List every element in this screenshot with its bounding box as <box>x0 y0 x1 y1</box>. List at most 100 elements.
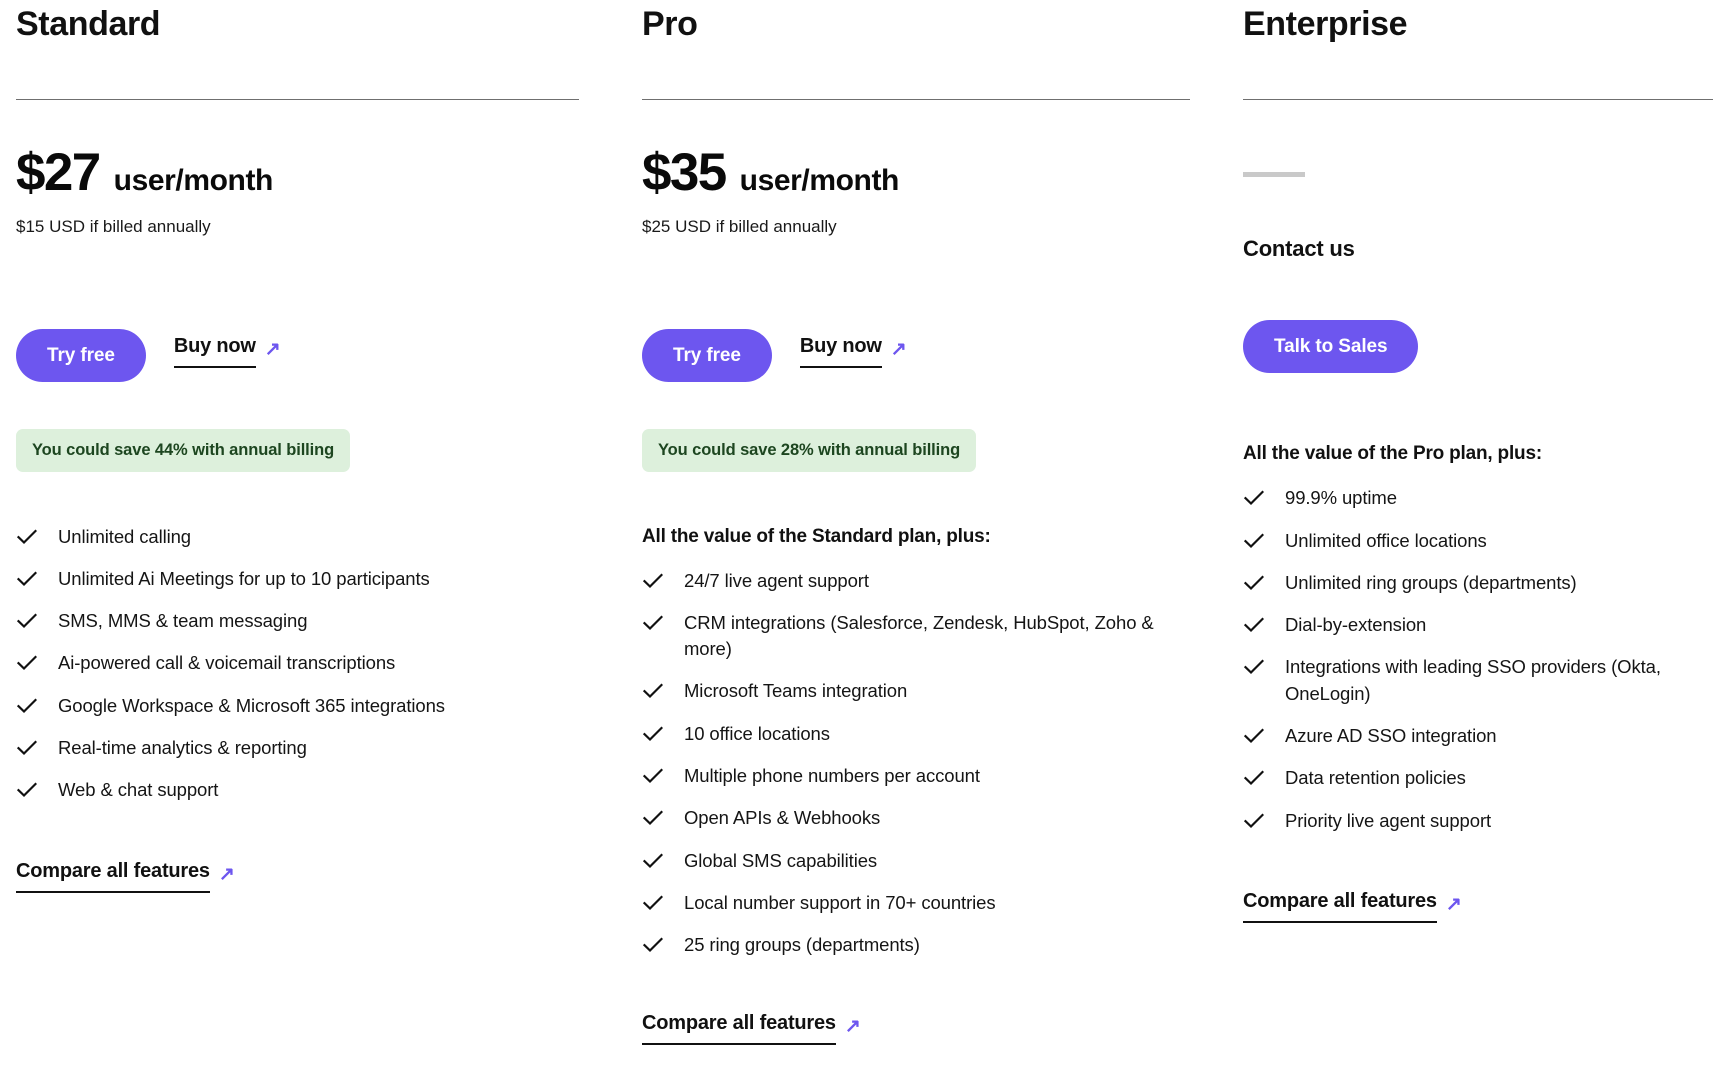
cta-row-standard: Try free Buy now ↗ <box>16 329 579 383</box>
feature-text: Microsoft Teams integration <box>684 680 908 702</box>
feature-text: Integrations with leading SSO providers … <box>1285 656 1661 704</box>
feature-item: Web & chat support <box>16 777 579 803</box>
check-icon <box>1243 528 1265 554</box>
feature-text: Unlimited Ai Meetings for up to 10 parti… <box>58 567 430 589</box>
plan-title-pro: Pro <box>642 5 698 43</box>
price-block-standard: $27 user/month <box>16 146 579 202</box>
feature-list-standard: Unlimited calling Unlimited Ai Meetings … <box>16 524 579 820</box>
check-icon <box>16 735 38 761</box>
feature-list-pro: 24/7 live agent support CRM integrations… <box>642 568 1190 975</box>
price-block-pro: $35 user/month <box>642 146 1190 202</box>
feature-item: Unlimited calling <box>16 524 579 550</box>
feature-item: Dial-by-extension <box>1243 612 1713 638</box>
feature-item: Global SMS capabilities <box>642 848 1190 874</box>
plan-divider-standard <box>16 99 579 101</box>
feature-text: Azure AD SSO integration <box>1285 724 1497 746</box>
plan-divider-pro <box>642 99 1190 101</box>
price-annual-note-pro: $25 USD if billed annually <box>642 217 837 237</box>
buy-now-link-pro[interactable]: Buy now ↗ <box>799 335 907 377</box>
feature-item: Local number support in 70+ countries <box>642 890 1190 916</box>
compare-link-wrap-pro: Compare all features ↗ <box>642 1012 1190 1054</box>
feature-text: Open APIs & Webhooks <box>684 807 881 829</box>
feature-text: 99.9% uptime <box>1285 487 1397 509</box>
arrow-northeast-icon: ↗ <box>844 1016 861 1038</box>
check-icon <box>16 650 38 676</box>
feature-item: Unlimited office locations <box>1243 528 1713 554</box>
compare-link-wrap-standard: Compare all features ↗ <box>16 860 579 902</box>
price-amount-pro: $35 <box>642 143 727 203</box>
compare-all-features-link-standard[interactable]: Compare all features ↗ <box>16 860 235 902</box>
check-icon <box>642 610 664 636</box>
cta-row-enterprise: Talk to Sales <box>1243 320 1713 374</box>
features-heading-enterprise: All the value of the Pro plan, plus: <box>1243 443 1542 465</box>
buy-now-link-standard[interactable]: Buy now ↗ <box>173 335 281 377</box>
contact-us-heading: Contact us <box>1243 236 1355 262</box>
price-amount-standard: $27 <box>16 143 101 203</box>
price-unit-standard: user/month <box>113 164 274 198</box>
try-free-button-standard[interactable]: Try free <box>16 329 146 383</box>
check-icon <box>642 763 664 789</box>
check-icon <box>16 608 38 634</box>
feature-item: Unlimited ring groups (departments) <box>1243 570 1713 596</box>
column-gutter <box>579 0 642 1080</box>
compare-all-features-link-pro[interactable]: Compare all features ↗ <box>642 1012 861 1054</box>
check-icon <box>1243 654 1265 680</box>
feature-text: Unlimited office locations <box>1285 529 1487 551</box>
plan-title-standard: Standard <box>16 5 161 43</box>
feature-text: Unlimited calling <box>58 525 191 547</box>
feature-text: Data retention policies <box>1285 767 1466 789</box>
compare-all-features-link-enterprise[interactable]: Compare all features ↗ <box>1243 890 1462 932</box>
feature-text: Real-time analytics & reporting <box>58 737 307 759</box>
plan-title-enterprise: Enterprise <box>1243 5 1408 43</box>
check-icon <box>16 777 38 803</box>
savings-badge-standard: You could save 44% with annual billing <box>16 429 351 472</box>
feature-item: 99.9% uptime <box>1243 485 1713 511</box>
pricing-plans-grid: Standard $27 user/month $15 USD if bille… <box>0 0 1713 1080</box>
check-icon <box>642 848 664 874</box>
feature-text: Priority live agent support <box>1285 809 1492 831</box>
check-icon <box>1243 570 1265 596</box>
price-unit-pro: user/month <box>739 164 900 198</box>
feature-text: Unlimited ring groups (departments) <box>1285 571 1577 593</box>
feature-item: Multiple phone numbers per account <box>642 763 1190 789</box>
feature-item: Real-time analytics & reporting <box>16 735 579 761</box>
check-icon <box>642 932 664 958</box>
buy-now-label-pro: Buy now <box>799 335 882 368</box>
feature-item: 10 office locations <box>642 721 1190 747</box>
feature-text: 24/7 live agent support <box>684 569 869 591</box>
price-placeholder-enterprise <box>1243 146 1713 202</box>
feature-text: CRM integrations (Salesforce, Zendesk, H… <box>684 611 1154 660</box>
check-icon <box>642 721 664 747</box>
feature-list-enterprise: 99.9% uptime Unlimited office locations … <box>1243 485 1713 849</box>
feature-item: Microsoft Teams integration <box>642 678 1190 704</box>
check-icon <box>1243 723 1265 749</box>
feature-item: Priority live agent support <box>1243 808 1713 834</box>
check-icon <box>642 678 664 704</box>
feature-item: Google Workspace & Microsoft 365 integra… <box>16 693 579 719</box>
price-dash-placeholder <box>1243 171 1305 177</box>
feature-text: 25 ring groups (departments) <box>684 934 920 956</box>
plan-card-pro: Pro $35 user/month $25 USD if billed ann… <box>642 0 1190 1080</box>
compare-all-features-label: Compare all features <box>1243 890 1437 923</box>
compare-link-wrap-enterprise: Compare all features ↗ <box>1243 890 1713 932</box>
feature-text: Web & chat support <box>58 779 219 801</box>
feature-item: Azure AD SSO integration <box>1243 723 1713 749</box>
feature-item: Data retention policies <box>1243 765 1713 791</box>
cta-row-pro: Try free Buy now ↗ <box>642 329 1190 383</box>
compare-all-features-label: Compare all features <box>642 1012 836 1046</box>
feature-text: Dial-by-extension <box>1285 614 1427 636</box>
compare-all-features-label: Compare all features <box>16 860 210 893</box>
buy-now-label-standard: Buy now <box>173 335 256 368</box>
check-icon <box>642 805 664 831</box>
plan-card-standard: Standard $27 user/month $15 USD if bille… <box>16 0 579 1080</box>
arrow-northeast-icon: ↗ <box>890 338 907 360</box>
feature-text: Ai-powered call & voicemail transcriptio… <box>58 652 396 674</box>
price-annual-note-standard: $15 USD if billed annually <box>16 217 211 237</box>
feature-item: Open APIs & Webhooks <box>642 805 1190 831</box>
talk-to-sales-button[interactable]: Talk to Sales <box>1243 320 1419 374</box>
plan-card-enterprise: Enterprise Contact us Talk to Sales All … <box>1243 0 1713 1080</box>
feature-item: Ai-powered call & voicemail transcriptio… <box>16 650 579 676</box>
try-free-button-pro[interactable]: Try free <box>642 329 772 383</box>
feature-text: 10 office locations <box>684 722 830 744</box>
check-icon <box>16 693 38 719</box>
